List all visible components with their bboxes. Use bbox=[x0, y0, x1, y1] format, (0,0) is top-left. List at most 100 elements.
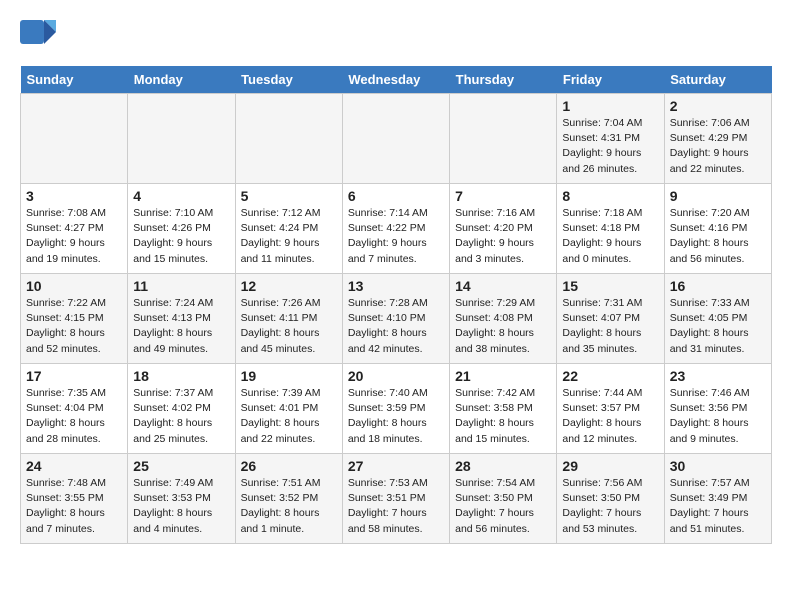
calendar-cell: 24 Sunrise: 7:48 AM Sunset: 3:55 PM Dayli… bbox=[21, 454, 128, 544]
day-info: Sunrise: 7:54 AM Sunset: 3:50 PM Dayligh… bbox=[455, 476, 551, 537]
day-number: 5 bbox=[241, 188, 337, 204]
day-info: Sunrise: 7:24 AM Sunset: 4:13 PM Dayligh… bbox=[133, 296, 229, 357]
day-info: Sunrise: 7:57 AM Sunset: 3:49 PM Dayligh… bbox=[670, 476, 766, 537]
calendar-cell: 12 Sunrise: 7:26 AM Sunset: 4:11 PM Dayli… bbox=[235, 274, 342, 364]
day-number: 21 bbox=[455, 368, 551, 384]
day-info: Sunrise: 7:31 AM Sunset: 4:07 PM Dayligh… bbox=[562, 296, 658, 357]
day-info: Sunrise: 7:49 AM Sunset: 3:53 PM Dayligh… bbox=[133, 476, 229, 537]
day-number: 16 bbox=[670, 278, 766, 294]
calendar-cell: 29Sunrise: 7:56 AM Sunset: 3:50 PM Dayli… bbox=[557, 454, 664, 544]
calendar-cell bbox=[342, 94, 449, 184]
day-header-saturday: Saturday bbox=[664, 66, 771, 94]
calendar-cell: 21 Sunrise: 7:42 AM Sunset: 3:58 PM Dayli… bbox=[450, 364, 557, 454]
day-number: 27 bbox=[348, 458, 444, 474]
calendar-cell bbox=[235, 94, 342, 184]
day-info: Sunrise: 7:51 AM Sunset: 3:52 PM Dayligh… bbox=[241, 476, 337, 537]
day-number: 6 bbox=[348, 188, 444, 204]
day-info: Sunrise: 7:20 AM Sunset: 4:16 PM Dayligh… bbox=[670, 206, 766, 267]
calendar-cell: 17 Sunrise: 7:35 AM Sunset: 4:04 PM Dayli… bbox=[21, 364, 128, 454]
calendar-cell: 5 Sunrise: 7:12 AM Sunset: 4:24 PM Daylig… bbox=[235, 184, 342, 274]
calendar-week-row: 1Sunrise: 7:04 AM Sunset: 4:31 PM Daylig… bbox=[21, 94, 772, 184]
day-number: 8 bbox=[562, 188, 658, 204]
calendar-cell: 19 Sunrise: 7:39 AM Sunset: 4:01 PM Dayli… bbox=[235, 364, 342, 454]
day-info: Sunrise: 7:29 AM Sunset: 4:08 PM Dayligh… bbox=[455, 296, 551, 357]
day-number: 10 bbox=[26, 278, 122, 294]
day-info: Sunrise: 7:46 AM Sunset: 3:56 PM Dayligh… bbox=[670, 386, 766, 447]
day-number: 3 bbox=[26, 188, 122, 204]
calendar-cell: 3 Sunrise: 7:08 AM Sunset: 4:27 PM Daylig… bbox=[21, 184, 128, 274]
day-number: 11 bbox=[133, 278, 229, 294]
calendar-cell: 27 Sunrise: 7:53 AM Sunset: 3:51 PM Dayli… bbox=[342, 454, 449, 544]
day-number: 13 bbox=[348, 278, 444, 294]
day-number: 19 bbox=[241, 368, 337, 384]
day-header-monday: Monday bbox=[128, 66, 235, 94]
day-info: Sunrise: 7:26 AM Sunset: 4:11 PM Dayligh… bbox=[241, 296, 337, 357]
calendar-cell: 22 Sunrise: 7:44 AM Sunset: 3:57 PM Dayli… bbox=[557, 364, 664, 454]
day-info: Sunrise: 7:48 AM Sunset: 3:55 PM Dayligh… bbox=[26, 476, 122, 537]
day-info: Sunrise: 7:53 AM Sunset: 3:51 PM Dayligh… bbox=[348, 476, 444, 537]
calendar-cell bbox=[128, 94, 235, 184]
day-header-friday: Friday bbox=[557, 66, 664, 94]
calendar-cell: 26 Sunrise: 7:51 AM Sunset: 3:52 PM Dayli… bbox=[235, 454, 342, 544]
day-info: Sunrise: 7:33 AM Sunset: 4:05 PM Dayligh… bbox=[670, 296, 766, 357]
day-info: Sunrise: 7:12 AM Sunset: 4:24 PM Dayligh… bbox=[241, 206, 337, 267]
day-number: 14 bbox=[455, 278, 551, 294]
calendar-week-row: 10Sunrise: 7:22 AM Sunset: 4:15 PM Dayli… bbox=[21, 274, 772, 364]
day-info: Sunrise: 7:06 AM Sunset: 4:29 PM Dayligh… bbox=[670, 116, 766, 177]
day-info: Sunrise: 7:37 AM Sunset: 4:02 PM Dayligh… bbox=[133, 386, 229, 447]
day-number: 28 bbox=[455, 458, 551, 474]
calendar-cell: 14 Sunrise: 7:29 AM Sunset: 4:08 PM Dayli… bbox=[450, 274, 557, 364]
day-info: Sunrise: 7:18 AM Sunset: 4:18 PM Dayligh… bbox=[562, 206, 658, 267]
day-info: Sunrise: 7:44 AM Sunset: 3:57 PM Dayligh… bbox=[562, 386, 658, 447]
day-number: 15 bbox=[562, 278, 658, 294]
calendar-cell: 6 Sunrise: 7:14 AM Sunset: 4:22 PM Daylig… bbox=[342, 184, 449, 274]
calendar-week-row: 17 Sunrise: 7:35 AM Sunset: 4:04 PM Dayli… bbox=[21, 364, 772, 454]
day-info: Sunrise: 7:04 AM Sunset: 4:31 PM Dayligh… bbox=[562, 116, 658, 177]
day-number: 4 bbox=[133, 188, 229, 204]
day-number: 22 bbox=[562, 368, 658, 384]
day-number: 26 bbox=[241, 458, 337, 474]
day-info: Sunrise: 7:42 AM Sunset: 3:58 PM Dayligh… bbox=[455, 386, 551, 447]
day-number: 17 bbox=[26, 368, 122, 384]
calendar-cell: 8 Sunrise: 7:18 AM Sunset: 4:18 PM Daylig… bbox=[557, 184, 664, 274]
day-info: Sunrise: 7:39 AM Sunset: 4:01 PM Dayligh… bbox=[241, 386, 337, 447]
day-info: Sunrise: 7:35 AM Sunset: 4:04 PM Dayligh… bbox=[26, 386, 122, 447]
calendar-cell: 23 Sunrise: 7:46 AM Sunset: 3:56 PM Dayli… bbox=[664, 364, 771, 454]
calendar-cell: 11 Sunrise: 7:24 AM Sunset: 4:13 PM Dayli… bbox=[128, 274, 235, 364]
day-number: 7 bbox=[455, 188, 551, 204]
day-number: 23 bbox=[670, 368, 766, 384]
day-info: Sunrise: 7:28 AM Sunset: 4:10 PM Dayligh… bbox=[348, 296, 444, 357]
calendar-cell: 1Sunrise: 7:04 AM Sunset: 4:31 PM Daylig… bbox=[557, 94, 664, 184]
day-number: 25 bbox=[133, 458, 229, 474]
calendar-week-row: 3 Sunrise: 7:08 AM Sunset: 4:27 PM Daylig… bbox=[21, 184, 772, 274]
day-info: Sunrise: 7:16 AM Sunset: 4:20 PM Dayligh… bbox=[455, 206, 551, 267]
calendar-cell: 2 Sunrise: 7:06 AM Sunset: 4:29 PM Daylig… bbox=[664, 94, 771, 184]
calendar-cell: 28 Sunrise: 7:54 AM Sunset: 3:50 PM Dayli… bbox=[450, 454, 557, 544]
logo bbox=[20, 20, 60, 56]
calendar-cell: 7 Sunrise: 7:16 AM Sunset: 4:20 PM Daylig… bbox=[450, 184, 557, 274]
calendar-cell: 25 Sunrise: 7:49 AM Sunset: 3:53 PM Dayli… bbox=[128, 454, 235, 544]
day-header-tuesday: Tuesday bbox=[235, 66, 342, 94]
day-info: Sunrise: 7:56 AM Sunset: 3:50 PM Dayligh… bbox=[562, 476, 658, 537]
calendar-cell: 9 Sunrise: 7:20 AM Sunset: 4:16 PM Daylig… bbox=[664, 184, 771, 274]
day-info: Sunrise: 7:14 AM Sunset: 4:22 PM Dayligh… bbox=[348, 206, 444, 267]
day-number: 9 bbox=[670, 188, 766, 204]
calendar-cell: 4 Sunrise: 7:10 AM Sunset: 4:26 PM Daylig… bbox=[128, 184, 235, 274]
calendar-cell: 10Sunrise: 7:22 AM Sunset: 4:15 PM Dayli… bbox=[21, 274, 128, 364]
day-number: 18 bbox=[133, 368, 229, 384]
calendar-cell: 15 Sunrise: 7:31 AM Sunset: 4:07 PM Dayli… bbox=[557, 274, 664, 364]
day-number: 12 bbox=[241, 278, 337, 294]
day-info: Sunrise: 7:08 AM Sunset: 4:27 PM Dayligh… bbox=[26, 206, 122, 267]
calendar-cell: 16 Sunrise: 7:33 AM Sunset: 4:05 PM Dayli… bbox=[664, 274, 771, 364]
calendar-cell bbox=[450, 94, 557, 184]
calendar-cell: 30 Sunrise: 7:57 AM Sunset: 3:49 PM Dayli… bbox=[664, 454, 771, 544]
day-header-wednesday: Wednesday bbox=[342, 66, 449, 94]
calendar-cell: 13 Sunrise: 7:28 AM Sunset: 4:10 PM Dayli… bbox=[342, 274, 449, 364]
calendar-header-row: SundayMondayTuesdayWednesdayThursdayFrid… bbox=[21, 66, 772, 94]
day-info: Sunrise: 7:10 AM Sunset: 4:26 PM Dayligh… bbox=[133, 206, 229, 267]
day-header-thursday: Thursday bbox=[450, 66, 557, 94]
day-number: 30 bbox=[670, 458, 766, 474]
day-number: 24 bbox=[26, 458, 122, 474]
calendar-week-row: 24 Sunrise: 7:48 AM Sunset: 3:55 PM Dayli… bbox=[21, 454, 772, 544]
day-number: 2 bbox=[670, 98, 766, 114]
